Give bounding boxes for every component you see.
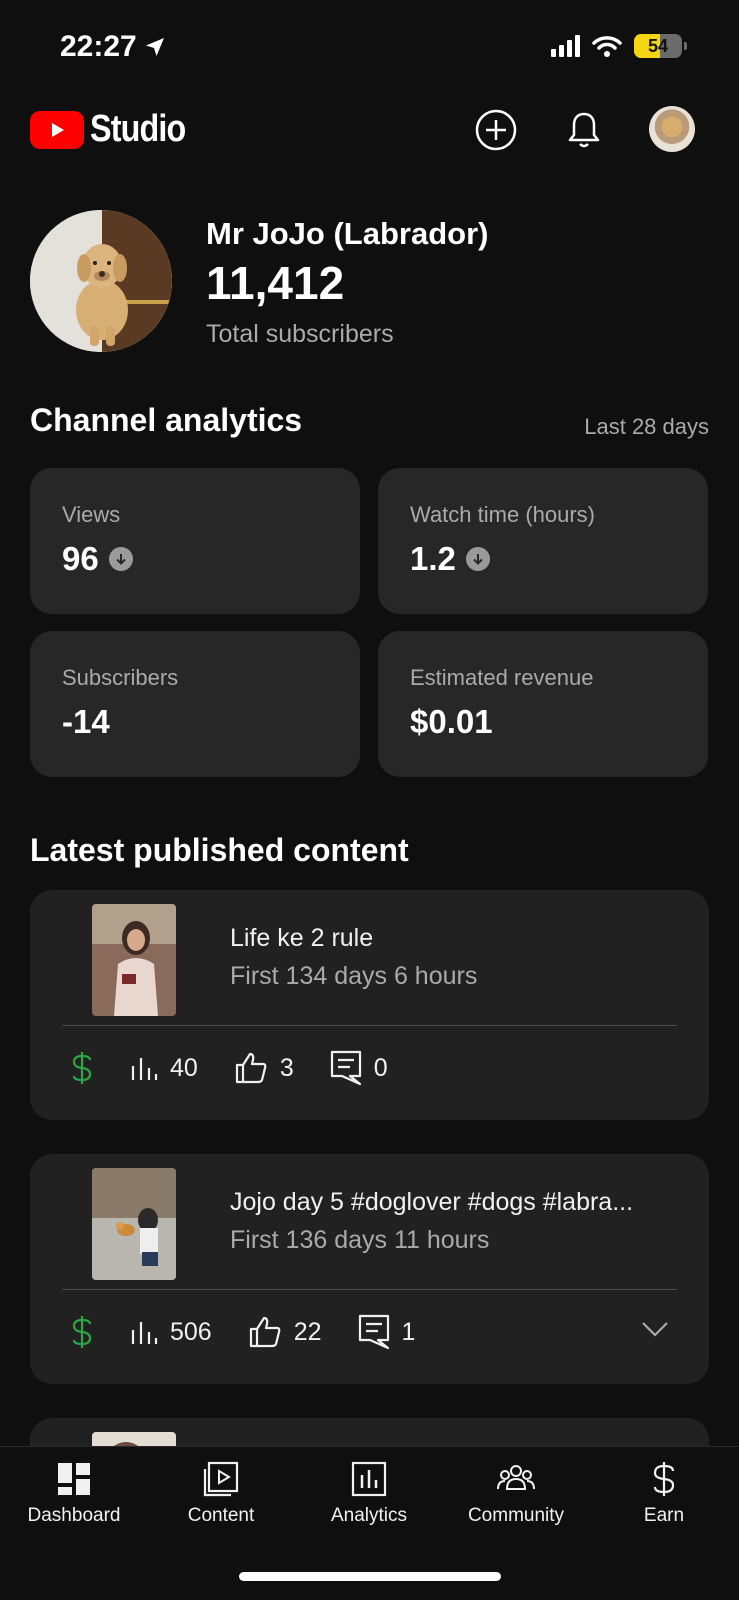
- create-button[interactable]: [474, 108, 518, 152]
- video-title[interactable]: Life ke 2 rule: [230, 924, 680, 953]
- divider: [62, 1025, 677, 1026]
- dollar-icon: [72, 1316, 92, 1348]
- comments-count: 1: [401, 1317, 416, 1346]
- arrow-down-circle-icon: [465, 547, 490, 571]
- views-count: 40: [170, 1053, 198, 1082]
- nav-content[interactable]: Content: [147, 1461, 295, 1527]
- expand-button[interactable]: [641, 1320, 669, 1343]
- thumbs-up-icon: [235, 1052, 267, 1084]
- card-value: -14: [62, 703, 110, 741]
- card-label: Estimated revenue: [410, 665, 594, 690]
- divider: [62, 1289, 677, 1290]
- plus-circle-icon: [475, 109, 517, 151]
- analytics-title: Channel analytics: [30, 402, 303, 438]
- logo-text: Studio: [90, 108, 186, 150]
- analytics-range[interactable]: Last 28 days: [584, 414, 709, 440]
- youtube-logo-icon: [30, 110, 84, 149]
- card-label: Watch time (hours): [410, 502, 596, 527]
- nav-analytics[interactable]: Analytics: [295, 1461, 443, 1527]
- views-stat: 506: [130, 1318, 212, 1347]
- video-stats: 40 3 0: [70, 1046, 424, 1090]
- nav-label: Analytics: [330, 1505, 408, 1526]
- studio-logo[interactable]: Studio: [30, 108, 202, 151]
- status-time: 22:27: [60, 30, 167, 64]
- likes-stat: 3: [234, 1051, 294, 1085]
- bar-chart-icon: [131, 1058, 158, 1080]
- comment-icon: [358, 1314, 389, 1350]
- video-card[interactable]: Life ke 2 rule First 134 days 6 hours 40…: [30, 890, 709, 1120]
- battery-indicator: 54: [634, 34, 687, 58]
- likes-count: 22: [293, 1317, 322, 1346]
- earn-icon: [653, 1462, 675, 1496]
- status-time-text: 22:27: [60, 30, 137, 63]
- video-age: First 136 days 11 hours: [230, 1226, 490, 1254]
- dollar-icon: [72, 1052, 92, 1084]
- views-value: 96: [62, 540, 99, 577]
- app-header: Studio: [0, 100, 739, 164]
- likes-stat: 22: [248, 1315, 322, 1349]
- comments-stat: 1: [358, 1314, 416, 1350]
- video-age: First 134 days 6 hours: [230, 962, 478, 990]
- card-value: 1.2: [410, 540, 490, 578]
- comment-icon: [330, 1050, 361, 1086]
- account-avatar[interactable]: [649, 106, 695, 152]
- video-title[interactable]: Jojo day 5 #doglover #dogs #labra...: [230, 1188, 680, 1217]
- video-thumbnail[interactable]: [92, 904, 176, 1016]
- content-icon: [203, 1461, 239, 1497]
- latest-content-title: Latest published content: [30, 832, 409, 868]
- card-label: Subscribers: [62, 665, 179, 690]
- cellular-signal-icon: [551, 35, 580, 57]
- subscriber-count: 11,412: [206, 257, 345, 309]
- likes-count: 3: [279, 1053, 294, 1082]
- location-arrow-icon: [145, 38, 164, 56]
- status-bar: 22:27 54: [0, 0, 739, 96]
- wifi-icon: [592, 36, 622, 57]
- nav-community[interactable]: Community: [442, 1461, 590, 1527]
- views-count: 506: [170, 1317, 212, 1346]
- video-thumbnail[interactable]: [92, 1168, 176, 1280]
- comments-stat: 0: [330, 1050, 388, 1086]
- dashboard-icon: [58, 1463, 90, 1495]
- notifications-button[interactable]: [562, 108, 606, 152]
- video-card[interactable]: Jojo day 5 #doglover #dogs #labra... Fir…: [30, 1154, 709, 1384]
- nav-label: Content: [187, 1505, 255, 1526]
- chevron-down-icon: [642, 1322, 668, 1337]
- nav-dashboard[interactable]: Dashboard: [0, 1461, 148, 1527]
- monetization-stat[interactable]: [70, 1050, 94, 1086]
- nav-label: Community: [467, 1505, 565, 1526]
- watch-time-card[interactable]: Watch time (hours) 1.2: [378, 468, 708, 614]
- views-card[interactable]: Views 96: [30, 468, 360, 614]
- bar-chart-icon: [131, 1322, 158, 1344]
- nav-earn[interactable]: Earn: [590, 1461, 738, 1527]
- nav-label: Dashboard: [27, 1505, 121, 1526]
- subscriber-label: Total subscribers: [206, 320, 394, 348]
- channel-name: Mr JoJo (Labrador): [206, 216, 489, 251]
- community-icon: [497, 1465, 535, 1490]
- views-stat: 40: [130, 1054, 198, 1083]
- video-stats: 506 22 1: [70, 1310, 451, 1354]
- channel-avatar[interactable]: [30, 210, 172, 352]
- arrow-down-circle-icon: [108, 547, 133, 571]
- channel-summary: Mr JoJo (Labrador) 11,412 Total subscrib…: [30, 210, 710, 355]
- comments-count: 0: [373, 1053, 388, 1082]
- analytics-icon: [351, 1461, 387, 1497]
- revenue-card[interactable]: Estimated revenue $0.01: [378, 631, 708, 777]
- nav-label: Earn: [643, 1505, 685, 1526]
- card-value: $0.01: [410, 703, 493, 741]
- revenue-value: $0.01: [410, 703, 493, 740]
- home-indicator[interactable]: [239, 1572, 501, 1581]
- card-value: 96: [62, 540, 133, 578]
- card-label: Views: [62, 502, 121, 527]
- thumbs-up-icon: [249, 1316, 281, 1348]
- watch-time-value: 1.2: [410, 540, 456, 577]
- subscribers-value: -14: [62, 703, 110, 740]
- monetization-stat[interactable]: [70, 1314, 94, 1350]
- battery-percent: 54: [647, 35, 669, 56]
- subscribers-card[interactable]: Subscribers -14: [30, 631, 360, 777]
- bell-icon: [568, 112, 600, 148]
